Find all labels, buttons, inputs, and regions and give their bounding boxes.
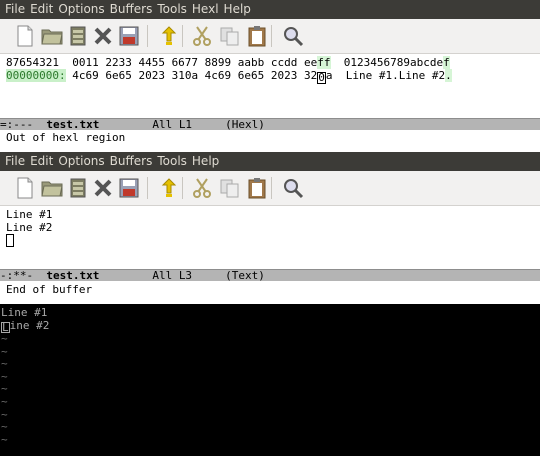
hexl-header: 87654321 0011 2233 4455 6677 8899 aabb c… <box>6 56 450 69</box>
cut-icon[interactable] <box>190 176 214 200</box>
menu2-options[interactable]: Options <box>53 152 104 171</box>
toolbar <box>0 19 540 54</box>
empty-line-marker: ~ <box>1 407 8 421</box>
save-file-icon[interactable] <box>66 24 90 48</box>
undo-icon[interactable] <box>157 24 181 48</box>
terminal-pane[interactable]: Line #1 Line #2 ~ ~ ~ ~ ~ ~ ~ ~ ~ <box>0 304 540 456</box>
menu-file[interactable]: File <box>0 0 25 19</box>
copy-icon[interactable] <box>218 24 242 48</box>
toolbar-separator <box>182 177 183 199</box>
hexl-row: 00000000: 4c69 6e65 2023 310a 4c69 6e65 … <box>6 69 452 84</box>
paste-icon[interactable] <box>245 24 269 48</box>
new-file-icon[interactable] <box>13 176 37 200</box>
menu2-help[interactable]: Help <box>187 152 219 171</box>
open-folder-icon[interactable] <box>40 24 64 48</box>
menu2-buffers[interactable]: Buffers <box>105 152 153 171</box>
paste-icon[interactable] <box>245 176 269 200</box>
new-file-icon[interactable] <box>13 24 37 48</box>
undo-icon[interactable] <box>157 176 181 200</box>
hexl-buffer[interactable]: 87654321 0011 2233 4455 6677 8899 aabb c… <box>0 54 540 118</box>
copy-icon[interactable] <box>218 176 242 200</box>
menu2-tools[interactable]: Tools <box>152 152 187 171</box>
toolbar-separator <box>271 25 272 47</box>
terminal-line-1: Line #1 <box>1 306 48 319</box>
text-cursor <box>6 234 14 248</box>
toolbar-separator <box>271 177 272 199</box>
text-line-2: Line #2 <box>6 221 53 234</box>
search-icon[interactable] <box>281 176 305 200</box>
save-file-icon[interactable] <box>66 176 90 200</box>
empty-line-marker: ~ <box>1 395 8 408</box>
echo-area-bottom: End of buffer <box>0 281 540 304</box>
search-icon[interactable] <box>281 24 305 48</box>
menu-edit[interactable]: Edit <box>25 0 53 19</box>
menu-bar-2: File Edit Options Buffers Tools Help <box>0 152 540 171</box>
save-disk-icon[interactable] <box>117 24 141 48</box>
hexl-address: 00000000: <box>6 69 66 82</box>
menu-options[interactable]: Options <box>53 0 104 19</box>
terminal-line-2: Line #2 <box>1 319 50 334</box>
close-icon[interactable] <box>91 24 115 48</box>
toolbar-separator <box>147 177 148 199</box>
text-modeline: -:**- test.txt All L3 (Text) <box>0 269 540 281</box>
text-buffer[interactable]: Line #1 Line #2 <box>0 206 540 269</box>
hexl-modeline: =:--- test.txt All L1 (Hexl) <box>0 118 540 130</box>
empty-line-marker: ~ <box>1 382 8 396</box>
cut-icon[interactable] <box>190 24 214 48</box>
menu-tools[interactable]: Tools <box>152 0 187 19</box>
empty-line-marker: ~ <box>1 332 8 345</box>
menu2-edit[interactable]: Edit <box>25 152 53 171</box>
empty-line-marker: ~ <box>1 369 8 383</box>
text-line-1: Line #1 <box>6 208 53 221</box>
menu-help[interactable]: Help <box>219 0 251 19</box>
menu-bar: File Edit Options Buffers Tools Hexl Help <box>0 0 540 19</box>
menu-hexl[interactable]: Hexl <box>187 0 219 19</box>
menu2-file[interactable]: File <box>0 152 25 171</box>
empty-line-marker: ~ <box>1 432 8 446</box>
toolbar-2 <box>0 171 540 206</box>
save-disk-icon[interactable] <box>117 176 141 200</box>
empty-line-marker: ~ <box>1 357 8 371</box>
text-cursor: 0 <box>317 71 326 84</box>
menu-buffers[interactable]: Buffers <box>105 0 153 19</box>
toolbar-separator <box>182 25 183 47</box>
empty-line-marker: ~ <box>1 420 8 434</box>
empty-line-marker: ~ <box>1 344 8 358</box>
toolbar-separator <box>147 25 148 47</box>
open-folder-icon[interactable] <box>40 176 64 200</box>
echo-area-top: Out of hexl region <box>0 130 540 152</box>
close-icon[interactable] <box>91 176 115 200</box>
